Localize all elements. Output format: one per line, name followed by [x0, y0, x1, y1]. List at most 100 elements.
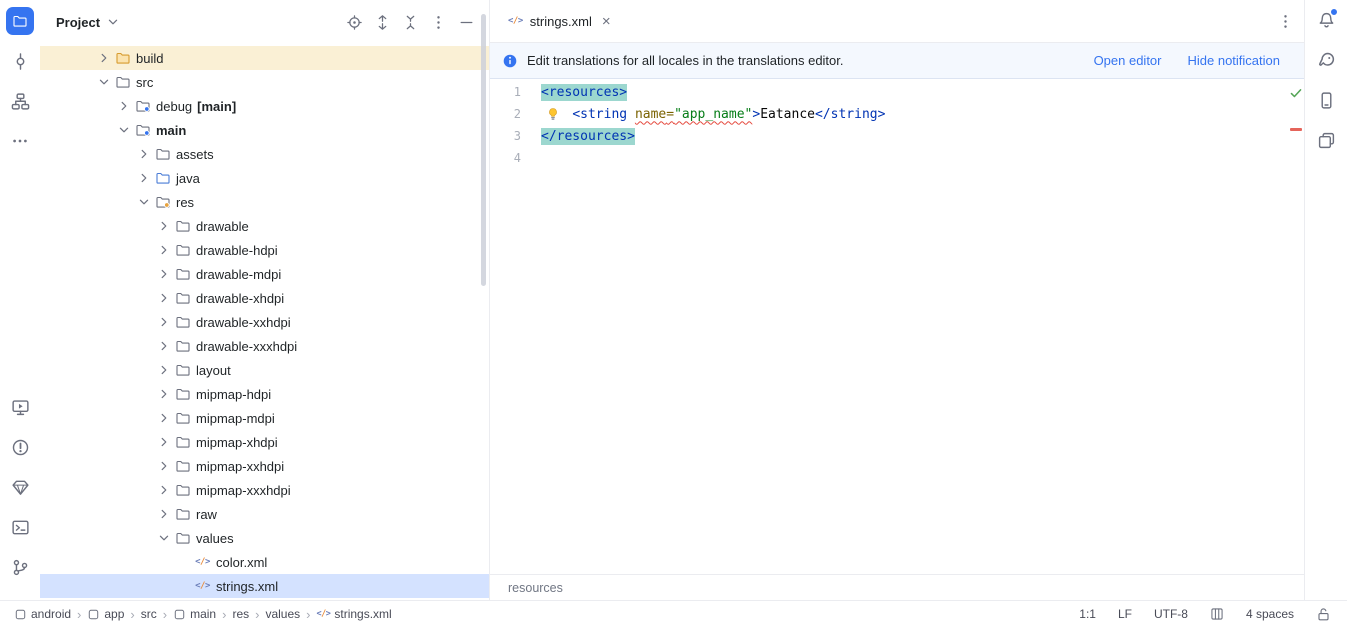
- line-separator[interactable]: LF: [1118, 607, 1132, 621]
- tree-item-drawable-mdpi[interactable]: drawable-mdpi: [40, 262, 489, 286]
- locate-file-button[interactable]: [343, 11, 365, 33]
- chevron-down-icon[interactable]: [155, 530, 173, 546]
- file-encoding[interactable]: UTF-8: [1154, 607, 1188, 621]
- project-tool-button[interactable]: [6, 7, 34, 35]
- open-editor-link[interactable]: Open editor: [1094, 53, 1162, 68]
- tree-item-drawable-hdpi[interactable]: drawable-hdpi: [40, 238, 489, 262]
- chevron-right-icon[interactable]: [155, 290, 173, 306]
- breadcrumb-strings.xml[interactable]: </>strings.xml: [315, 607, 394, 621]
- code-line[interactable]: 3</resources>: [490, 125, 1288, 147]
- code-line[interactable]: 2 <string name="app_name">Eatance</strin…: [490, 103, 1288, 125]
- folder-icon: [174, 506, 191, 522]
- running-devices-tool-button[interactable]: [6, 393, 34, 421]
- tab-strings-xml[interactable]: </> strings.xml ×: [500, 0, 619, 42]
- tree-item-layout[interactable]: layout: [40, 358, 489, 382]
- structure-tool-button[interactable]: [6, 87, 34, 115]
- tree-item-mipmap-xxxhdpi[interactable]: mipmap-xxxhdpi: [40, 478, 489, 502]
- editor-breadcrumb[interactable]: resources: [508, 581, 563, 595]
- chevron-right-icon[interactable]: [155, 218, 173, 234]
- breadcrumb-separator-icon: ›: [129, 607, 135, 622]
- tree-item-color.xml[interactable]: </>color.xml: [40, 550, 489, 574]
- tree-item-mipmap-xxhdpi[interactable]: mipmap-xxhdpi: [40, 454, 489, 478]
- folder-icon: [174, 482, 191, 498]
- indent-size[interactable]: 4 spaces: [1246, 607, 1294, 621]
- breadcrumb-values[interactable]: values: [263, 607, 302, 621]
- chevron-right-icon[interactable]: [155, 314, 173, 330]
- more-tool-windows-button[interactable]: [6, 127, 34, 155]
- error-stripe-marker[interactable]: [1290, 128, 1302, 131]
- hide-notification-link[interactable]: Hide notification: [1188, 53, 1281, 68]
- tree-item-mipmap-mdpi[interactable]: mipmap-mdpi: [40, 406, 489, 430]
- chevron-right-icon[interactable]: [155, 338, 173, 354]
- tree-item-debug[interactable]: debug[main]: [40, 94, 489, 118]
- chevron-right-icon[interactable]: [155, 434, 173, 450]
- breadcrumb-android[interactable]: android: [12, 607, 73, 621]
- chevron-right-icon[interactable]: [135, 146, 153, 162]
- chevron-right-icon[interactable]: [135, 170, 153, 186]
- chevron-down-icon[interactable]: [115, 122, 133, 138]
- chevron-right-icon[interactable]: [155, 242, 173, 258]
- editor-options-icon[interactable]: [1277, 13, 1294, 30]
- code-line[interactable]: 1<resources>: [490, 81, 1288, 103]
- tree-item-main[interactable]: main: [40, 118, 489, 142]
- chevron-down-icon[interactable]: [95, 74, 113, 90]
- tree-item-values[interactable]: values: [40, 526, 489, 550]
- caret-position[interactable]: 1:1: [1079, 607, 1096, 621]
- tree-item-raw[interactable]: raw: [40, 502, 489, 526]
- code-editor[interactable]: 1<resources>2 <string name="app_name">Ea…: [490, 80, 1288, 574]
- commit-tool-button[interactable]: [6, 47, 34, 75]
- tree-item-strings.xml[interactable]: </>strings.xml: [40, 574, 489, 598]
- problems-tool-button[interactable]: [6, 433, 34, 461]
- tree-item-java[interactable]: java: [40, 166, 489, 190]
- tree-item-drawable-xhdpi[interactable]: drawable-xhdpi: [40, 286, 489, 310]
- tree-item-src[interactable]: src: [40, 70, 489, 94]
- chevron-down-icon[interactable]: [135, 194, 153, 210]
- chevron-right-icon[interactable]: [155, 266, 173, 282]
- tree-item-mipmap-hdpi[interactable]: mipmap-hdpi: [40, 382, 489, 406]
- tree-item-drawable-xxhdpi[interactable]: drawable-xxhdpi: [40, 310, 489, 334]
- project-scrollbar[interactable]: [481, 14, 486, 286]
- folder-icon: [174, 290, 191, 306]
- gradle-tool-button[interactable]: [1312, 46, 1340, 74]
- breadcrumb-separator-icon: ›: [305, 607, 311, 622]
- hide-panel-button[interactable]: [455, 11, 477, 33]
- tree-item-build[interactable]: build: [40, 46, 489, 70]
- code-line[interactable]: 4: [490, 147, 1288, 169]
- left-tool-window-bar: [0, 0, 40, 600]
- expand-all-button[interactable]: [371, 11, 393, 33]
- version-control-tool-button[interactable]: [6, 553, 34, 581]
- breadcrumb-app[interactable]: app: [85, 607, 126, 621]
- tree-item-assets[interactable]: assets: [40, 142, 489, 166]
- chevron-right-icon[interactable]: [155, 362, 173, 378]
- breadcrumb-label: strings.xml: [334, 607, 391, 621]
- panel-options-button[interactable]: [427, 11, 449, 33]
- breadcrumb-main[interactable]: main: [171, 607, 218, 621]
- terminal-tool-button[interactable]: [6, 513, 34, 541]
- chevron-right-icon[interactable]: [95, 50, 113, 66]
- chevron-right-icon[interactable]: [155, 410, 173, 426]
- close-tab-icon[interactable]: ×: [602, 14, 611, 29]
- indent-guide-icon[interactable]: [1210, 607, 1224, 621]
- breadcrumb-res[interactable]: res: [230, 607, 251, 621]
- tree-item-drawable-xxxhdpi[interactable]: drawable-xxxhdpi: [40, 334, 489, 358]
- tree-item-mipmap-xhdpi[interactable]: mipmap-xhdpi: [40, 430, 489, 454]
- inspection-ok-check-icon[interactable]: [1289, 86, 1303, 100]
- chevron-right-icon[interactable]: [155, 506, 173, 522]
- device-manager-tool-button[interactable]: [1312, 86, 1340, 114]
- app-quality-insights-tool-button[interactable]: [6, 473, 34, 501]
- lock-button[interactable]: [1316, 607, 1331, 622]
- project-panel-title[interactable]: Project: [56, 15, 100, 30]
- tree-item-res[interactable]: res: [40, 190, 489, 214]
- chevron-down-icon[interactable]: [105, 14, 121, 30]
- notifications-button[interactable]: [1312, 6, 1340, 34]
- resource-manager-tool-button[interactable]: [1312, 126, 1340, 154]
- notification-banner: Edit translations for all locales in the…: [490, 43, 1304, 79]
- chevron-right-icon[interactable]: [155, 386, 173, 402]
- chevron-right-icon[interactable]: [155, 458, 173, 474]
- chevron-right-icon[interactable]: [115, 98, 133, 114]
- tree-item-drawable[interactable]: drawable: [40, 214, 489, 238]
- chevron-right-icon[interactable]: [155, 482, 173, 498]
- intention-bulb-icon[interactable]: [546, 107, 560, 121]
- collapse-all-button[interactable]: [399, 11, 421, 33]
- breadcrumb-src[interactable]: src: [139, 607, 159, 621]
